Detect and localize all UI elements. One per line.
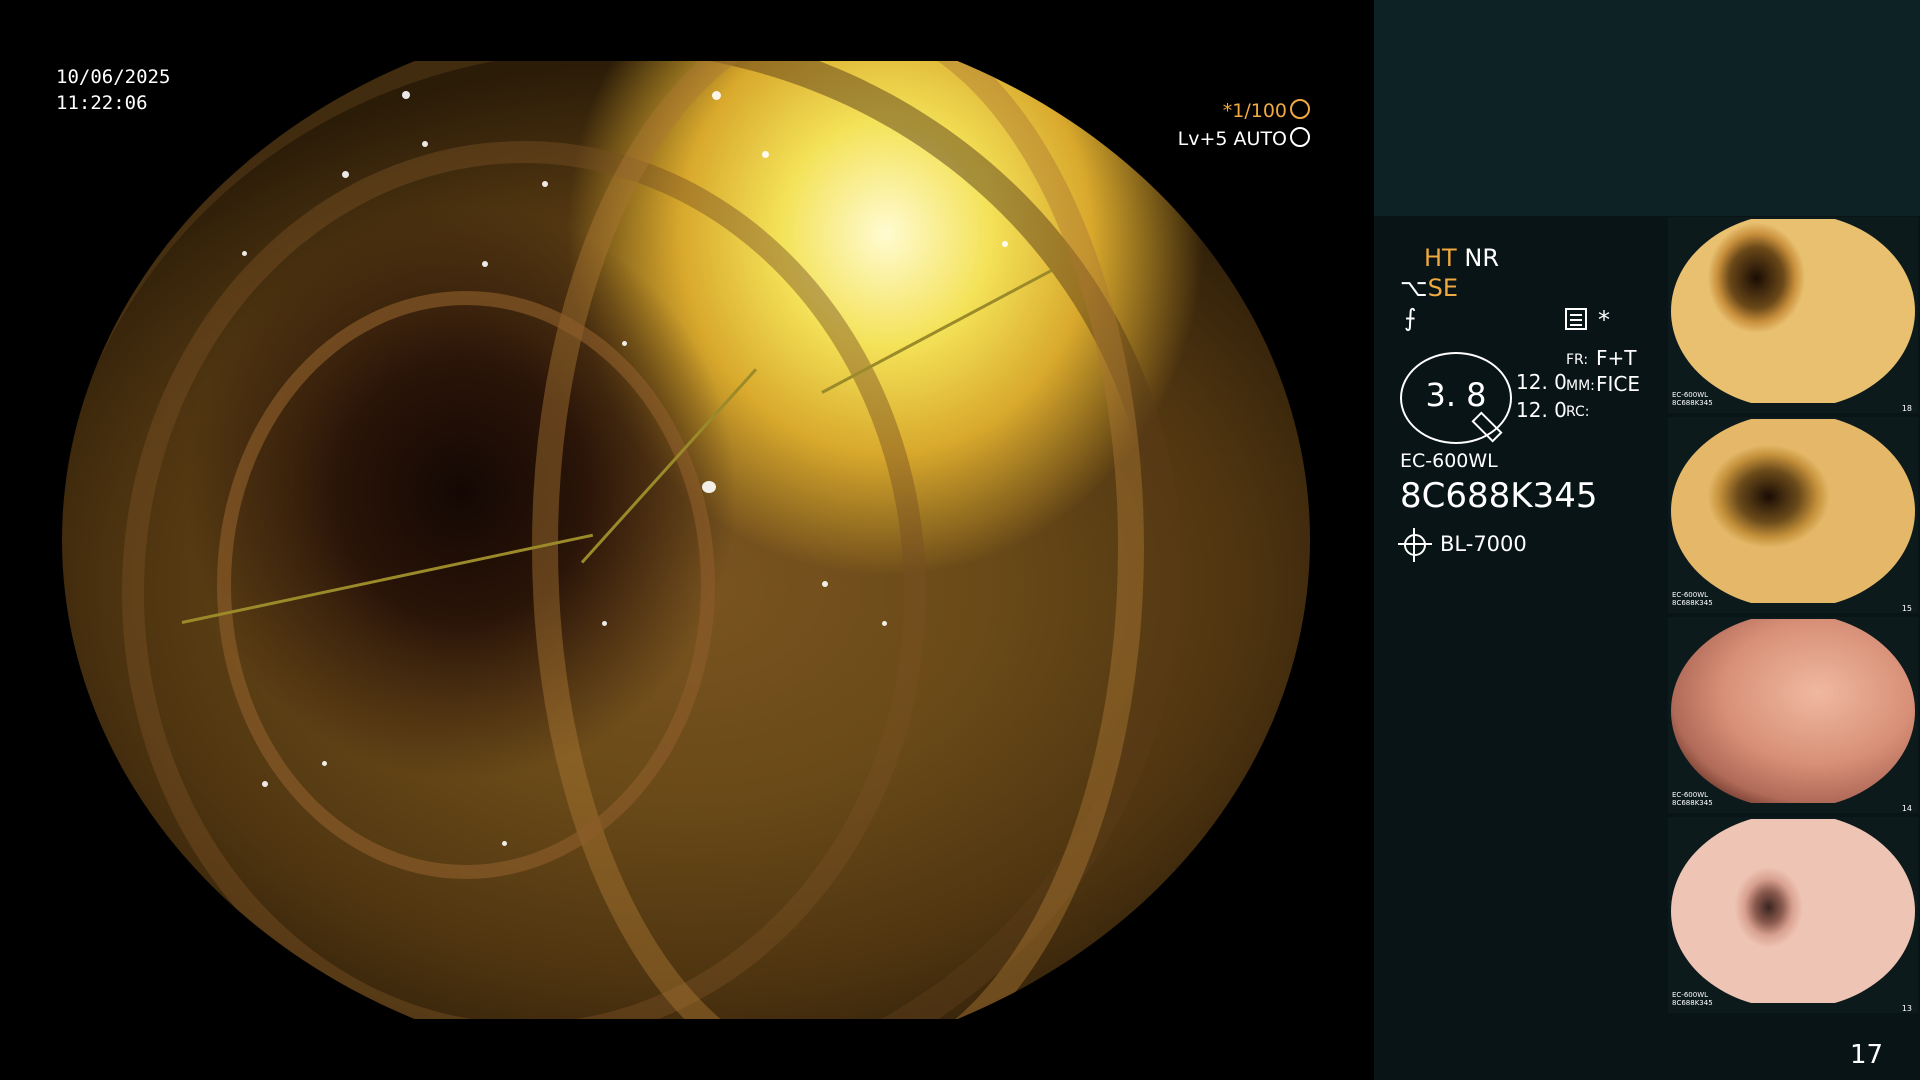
capture-thumbnail[interactable]: EC-600WL 8C688K345 15: [1668, 417, 1918, 613]
rc-label: RC:: [1566, 404, 1590, 420]
freeze-marker: *: [1598, 306, 1610, 334]
date-text: 10/06/2025: [56, 66, 171, 88]
fr-value: F+T: [1596, 346, 1637, 370]
light-reflection: [602, 621, 607, 626]
thumbnail-image: [1671, 619, 1915, 803]
color-mode-icon: ⨍: [1404, 304, 1417, 332]
thumbnail-caption: EC-600WL 8C688K345: [1672, 391, 1713, 407]
light-reflection: [542, 181, 548, 187]
thumbnail-caption: EC-600WL 8C688K345: [1672, 591, 1713, 607]
setting-value-b: 12. 0: [1516, 398, 1567, 422]
light-reflection: [182, 211, 188, 217]
thumbnail-image: [1671, 419, 1915, 603]
thumbnail-caption: EC-600WL 8C688K345: [1672, 791, 1713, 807]
structure-icon: ⌥: [1400, 274, 1428, 302]
light-reflection: [882, 621, 887, 626]
structure-row: ⌥SE: [1400, 274, 1458, 302]
thumbnail-image: [1671, 219, 1915, 403]
scope-model: EC-600WL: [1400, 450, 1498, 472]
light-reflection: [342, 171, 349, 178]
nr-label: NR: [1464, 244, 1499, 272]
ht-label: HT: [1424, 244, 1457, 272]
light-source-label: BL-7000: [1440, 532, 1527, 556]
zoom-gauge: 3. 8: [1400, 352, 1512, 444]
light-reflection: [622, 341, 627, 346]
time-text: 11:22:06: [56, 92, 148, 114]
fr-label: FR:: [1566, 352, 1589, 368]
light-reflection: [262, 781, 268, 787]
brightness-indicator: Lv+5 AUTO: [1178, 127, 1310, 150]
light-reflection: [712, 91, 721, 100]
mm-label: MM:: [1566, 378, 1595, 394]
se-label: SE: [1427, 274, 1459, 302]
capture-thumbnail[interactable]: EC-600WL 8C688K345 13: [1668, 817, 1918, 1013]
light-reflection: [482, 261, 488, 267]
thumbnail-image: [1671, 819, 1915, 1003]
light-reflection: [402, 91, 410, 99]
scope-serial: 8C688K345: [1400, 476, 1598, 516]
light-reflection: [422, 141, 428, 147]
iris-icon: [1290, 127, 1310, 147]
light-reflection: [1002, 241, 1008, 247]
capture-thumbnail[interactable]: EC-600WL 8C688K345 14: [1668, 617, 1918, 813]
thumbnail-index: 14: [1901, 804, 1912, 813]
page-number: 17: [1850, 1040, 1884, 1070]
shutter-indicator: *1/100: [1223, 99, 1310, 122]
light-reflection: [242, 251, 247, 256]
brightness-text: Lv+5 AUTO: [1177, 128, 1287, 150]
timestamp: 10/06/2025 11:22:06: [56, 64, 170, 116]
shutter-text: *1/100: [1222, 100, 1287, 122]
mm-value: FICE: [1596, 372, 1641, 396]
light-reflection: [762, 151, 769, 158]
panel-header-area: [1374, 0, 1920, 216]
enhancement-row: HT NR: [1424, 244, 1499, 272]
thumbnail-caption: EC-600WL 8C688K345: [1672, 991, 1713, 1007]
endoscope-live-view: [62, 61, 1310, 1019]
color-mode-row: ⨍: [1404, 304, 1417, 332]
capture-thumbnail[interactable]: EC-600WL 8C688K345 18: [1668, 217, 1918, 413]
lumen-rim: [217, 291, 715, 879]
zoom-value: 3. 8: [1425, 376, 1487, 414]
light-reflection: [322, 761, 327, 766]
thumbnail-index: 13: [1901, 1004, 1912, 1013]
setting-value-a: 12. 0: [1516, 370, 1567, 394]
thumbnail-index: 15: [1901, 604, 1912, 613]
light-reflection: [702, 481, 716, 493]
shutter-icon: [1290, 99, 1310, 119]
light-reflection: [502, 841, 507, 846]
menu-list-icon: [1565, 308, 1587, 330]
light-source-icon: [1398, 528, 1432, 562]
light-reflection: [822, 581, 828, 587]
thumbnail-index: 18: [1901, 404, 1912, 413]
